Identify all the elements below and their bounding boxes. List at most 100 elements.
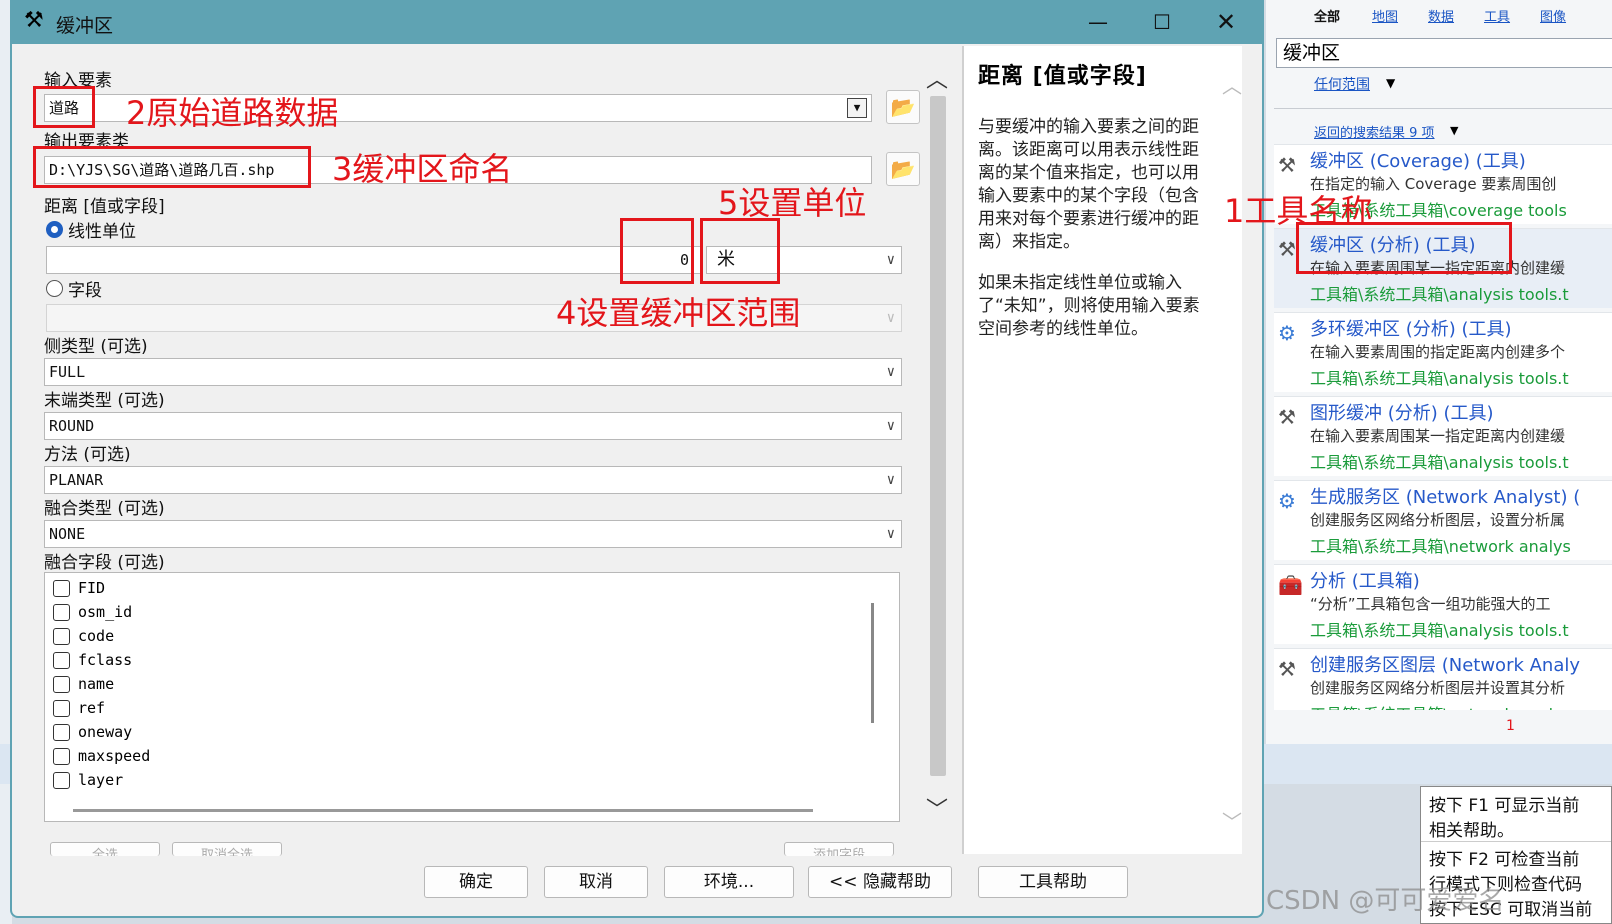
checkbox[interactable]: [53, 772, 70, 789]
buffer-dialog: ⚒ 缓冲区 — ☐ ✕ 输入要素 道路 ▼ 📂 输出要素类 D:\YJS\SG\…: [10, 0, 1264, 918]
result-description: 创建服务区网络分析图层，设置分析属: [1310, 511, 1566, 529]
result-title[interactable]: 缓冲区 (Coverage) (工具): [1310, 147, 1526, 173]
field-label: 字段: [68, 281, 102, 301]
search-result-item[interactable]: ⚙ 多环缓冲区 (分析) (工具) 在输入要素周围的指定距离内创建多个 工具箱\…: [1274, 312, 1612, 392]
search-tab-tools[interactable]: 工具: [1484, 6, 1510, 25]
result-title[interactable]: 多环缓冲区 (分析) (工具): [1310, 315, 1512, 341]
chevron-down-icon: ∨: [886, 472, 895, 488]
annotation-box-input: [33, 86, 95, 128]
search-result-item[interactable]: ⚙ 生成服务区 (Network Analyst) ( 创建服务区网络分析图层，…: [1274, 480, 1612, 560]
search-tab-data[interactable]: 数据: [1428, 6, 1454, 25]
checkbox[interactable]: [53, 724, 70, 741]
environments-button[interactable]: 环境...: [664, 866, 794, 898]
dissolve-field-item[interactable]: code: [53, 627, 114, 649]
page-number[interactable]: 1: [1506, 718, 1515, 734]
dissolve-field-list[interactable]: FID osm_id code fclass name ref oneway m…: [44, 572, 900, 822]
checkbox[interactable]: [53, 748, 70, 765]
search-panel: 全部 地图 数据 工具 图像 缓冲区 任何范围 ▼ 返回的搜索结果 9 项 ▼ …: [1266, 0, 1612, 744]
checkbox[interactable]: [53, 676, 70, 693]
list-scrollbar[interactable]: [871, 603, 874, 723]
checkbox[interactable]: [53, 604, 70, 621]
distance-label: 距离 [值或字段]: [44, 197, 165, 217]
chevron-down-icon: ∨: [886, 252, 895, 268]
dissolve-field-item[interactable]: maxspeed: [53, 747, 150, 769]
list-hscrollbar[interactable]: [73, 809, 813, 812]
main-scrollbar-thumb[interactable]: [930, 96, 946, 776]
annotation-box-tool: [1296, 222, 1512, 274]
result-path: 工具箱\系统工具箱\analysis tools.t: [1310, 285, 1569, 304]
annotation-3: 3缓冲区命名: [332, 150, 513, 188]
end-type-value: ROUND: [49, 417, 95, 435]
unselect-all-button[interactable]: 取消全选: [172, 842, 282, 856]
field-radio[interactable]: [46, 280, 63, 297]
end-type-label: 末端类型 (可选): [44, 391, 165, 411]
result-title[interactable]: 生成服务区 (Network Analyst) (: [1310, 483, 1580, 509]
search-tab-all[interactable]: 全部: [1314, 6, 1340, 25]
search-scope-link[interactable]: 任何范围: [1314, 74, 1370, 94]
end-type-select[interactable]: ROUND ∨: [44, 412, 902, 440]
checkbox[interactable]: [53, 652, 70, 669]
dissolve-field-item[interactable]: FID: [53, 579, 105, 601]
dissolve-type-select[interactable]: NONE ∨: [44, 520, 902, 548]
dissolve-field-item[interactable]: name: [53, 675, 114, 697]
dissolve-type-value: NONE: [49, 525, 86, 543]
dissolve-field-item[interactable]: osm_id: [53, 603, 132, 625]
hint-line: 按下 F2 可检查当前: [1429, 850, 1580, 870]
title-bar[interactable]: ⚒ 缓冲区 — ☐ ✕: [12, 0, 1262, 44]
dissolve-field-item[interactable]: oneway: [53, 723, 132, 745]
distance-value-input[interactable]: 0: [46, 246, 702, 274]
dropdown-arrow-icon[interactable]: ▼: [847, 98, 867, 118]
open-folder-icon[interactable]: 📂: [886, 90, 920, 124]
side-type-select[interactable]: FULL ∨: [44, 358, 902, 386]
hammer-icon: ⚒: [1278, 237, 1296, 261]
result-title[interactable]: 创建服务区图层 (Network Analy: [1310, 651, 1580, 677]
search-result-item[interactable]: 🧰 分析 (工具箱) “分析”工具箱包含一组功能强大的工 工具箱\系统工具箱\a…: [1274, 564, 1612, 644]
hammer-icon: ⚒: [24, 8, 44, 33]
help-scroll-up-icon[interactable]: ︿: [1222, 70, 1242, 99]
select-all-button[interactable]: 全选: [50, 842, 160, 856]
help-scroll-down-icon[interactable]: ﹀: [1222, 806, 1242, 835]
close-button[interactable]: ✕: [1194, 0, 1258, 44]
scroll-down-icon[interactable]: ﹀: [926, 800, 948, 822]
dissolve-field-item[interactable]: fclass: [53, 651, 132, 673]
minimize-button[interactable]: —: [1066, 0, 1130, 44]
dissolve-field-item[interactable]: ref: [53, 699, 105, 721]
hint-line: 按下 F1 可显示当前: [1429, 796, 1580, 816]
hide-help-button[interactable]: << 隐藏帮助: [808, 866, 952, 898]
result-description: “分析”工具箱包含一组功能强大的工: [1310, 595, 1551, 613]
open-folder-icon[interactable]: 📂: [886, 152, 920, 186]
method-value: PLANAR: [49, 471, 104, 489]
search-tab-maps[interactable]: 地图: [1372, 6, 1398, 25]
caret-down-icon[interactable]: ▼: [1450, 124, 1458, 137]
search-tab-images[interactable]: 图像: [1540, 6, 1566, 25]
scroll-up-icon[interactable]: ︿: [926, 70, 948, 92]
hammer-icon: ⚒: [1278, 153, 1296, 177]
cancel-button[interactable]: 取消: [544, 866, 648, 898]
search-result-item[interactable]: ⚒ 图形缓冲 (分析) (工具) 在输入要素周围某一指定距离内创建缓 工具箱\系…: [1274, 396, 1612, 476]
result-description: 在输入要素周围的指定距离内创建多个: [1310, 343, 1566, 361]
result-title[interactable]: 分析 (工具箱): [1310, 567, 1420, 593]
dialog-title: 缓冲区: [56, 15, 114, 37]
dissolve-field-label: 融合字段 (可选): [44, 553, 165, 573]
hint-line: 相关帮助。: [1429, 821, 1514, 841]
side-type-value: FULL: [49, 363, 86, 381]
search-input[interactable]: 缓冲区: [1276, 38, 1612, 68]
tool-help-button[interactable]: 工具帮助: [978, 866, 1128, 898]
search-result-item[interactable]: ⚒ 创建服务区图层 (Network Analy 创建服务区网络分析图层并设置其…: [1274, 648, 1612, 710]
method-select[interactable]: PLANAR ∨: [44, 466, 902, 494]
linear-unit-radio[interactable]: [46, 221, 63, 238]
dissolve-field-item[interactable]: layer: [53, 771, 123, 793]
checkbox[interactable]: [53, 628, 70, 645]
maximize-button[interactable]: ☐: [1130, 0, 1194, 44]
result-title[interactable]: 图形缓冲 (分析) (工具): [1310, 399, 1494, 425]
results-count-link[interactable]: 返回的搜索结果 9 项: [1314, 122, 1435, 141]
add-field-button[interactable]: 添加字段: [784, 842, 894, 856]
chevron-down-icon: ∨: [886, 310, 895, 326]
checkbox[interactable]: [53, 580, 70, 597]
checkbox[interactable]: [53, 700, 70, 717]
ok-button[interactable]: 确定: [424, 866, 528, 898]
result-path: 工具箱\系统工具箱\network analys: [1310, 701, 1571, 710]
help-panel: 距离 [值或字段] 与要缓冲的输入要素之间的距离。该距离可以用表示线性距离的某个…: [962, 46, 1242, 854]
caret-down-icon[interactable]: ▼: [1386, 76, 1395, 90]
annotation-2: 2原始道路数据: [126, 94, 339, 132]
